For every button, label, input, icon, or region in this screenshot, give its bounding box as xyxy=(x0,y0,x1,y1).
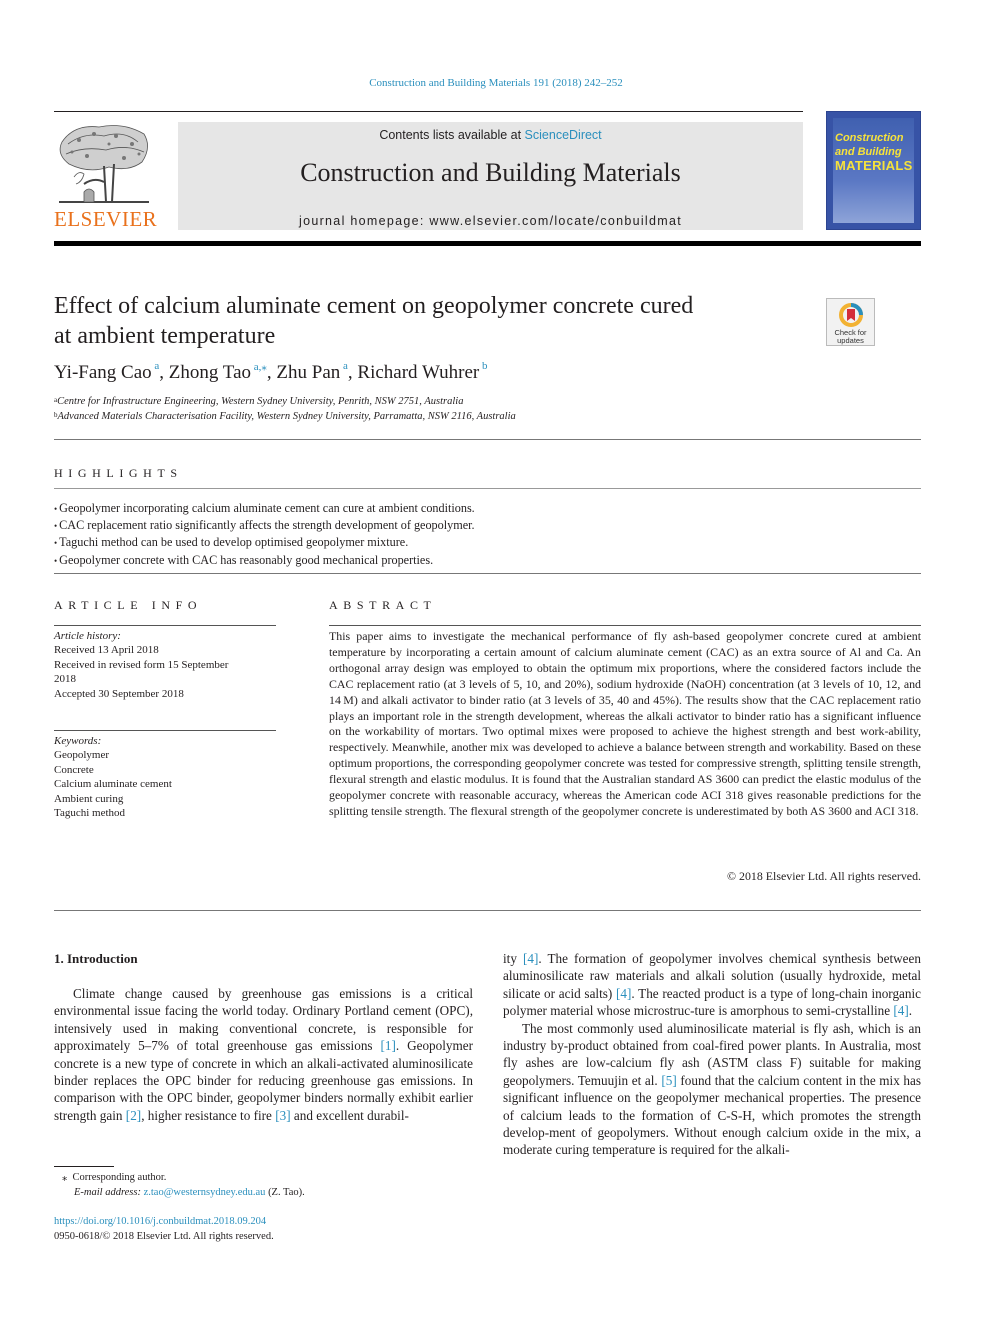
history-label: Article history: xyxy=(54,630,121,642)
affiliation: aCentre for Infrastructure Engineering, … xyxy=(54,396,463,407)
paragraph: Climate change caused by greenhouse gas … xyxy=(54,986,473,1123)
reference-link[interactable]: [2] xyxy=(126,1108,141,1123)
section-heading-introduction: 1. Introduction xyxy=(54,951,138,966)
reference-link[interactable]: [4] xyxy=(616,986,631,1001)
highlights-bottom-divider xyxy=(54,573,921,574)
highlight-item: CAC replacement ratio significantly affe… xyxy=(54,517,475,534)
reference-link[interactable]: [5] xyxy=(661,1073,676,1088)
elsevier-tree-icon xyxy=(59,125,149,203)
author-name[interactable]: Zhong Tao xyxy=(169,362,251,383)
abstract-body: This paper aims to investigate the mecha… xyxy=(329,629,921,818)
cover-title-line-3: MATERIALS xyxy=(835,158,913,173)
footnote-mark: ⁎ xyxy=(62,1172,68,1183)
affiliation-text: Centre for Infrastructure Engineering, W… xyxy=(57,396,464,407)
doi-url[interactable]: https://doi.org/10.1016/j.conbuildmat.20… xyxy=(54,1216,266,1227)
article-title-line-2: at ambient temperature xyxy=(54,323,276,349)
author-email-link[interactable]: z.tao@westernsydney.edu.au xyxy=(144,1187,266,1198)
author-affiliation-mark[interactable]: b xyxy=(479,360,488,372)
issn-line: 0950-0618/© 2018 Elsevier Ltd. All right… xyxy=(54,1231,274,1242)
highlight-item: Geopolymer concrete with CAC has reasona… xyxy=(54,552,475,569)
highlights-rule xyxy=(54,488,921,489)
highlights-heading: HIGHLIGHTS xyxy=(54,466,183,480)
affiliation-text: Advanced Materials Characterisation Faci… xyxy=(57,411,516,422)
reference-link[interactable]: [4] xyxy=(523,951,538,966)
paragraph: ity [4]. The formation of geopolymer inv… xyxy=(503,951,922,1019)
cover-title-line-1: Construction xyxy=(835,132,904,144)
front-matter-divider xyxy=(54,910,921,911)
body-column-right: ity [4]. The formation of geopolymer inv… xyxy=(503,950,921,1159)
contents-prefix: Contents lists available at xyxy=(379,128,525,142)
keyword: Concrete xyxy=(54,763,94,776)
check-for-updates-button[interactable]: Check for updates xyxy=(826,298,875,346)
abstract-rule xyxy=(329,625,921,626)
cover-background: Construction and Building MATERIALS xyxy=(833,118,914,223)
footnote-rule xyxy=(54,1166,114,1167)
elsevier-logo[interactable]: ELSEVIER xyxy=(54,122,158,232)
reference-link[interactable]: [1] xyxy=(380,1038,395,1053)
keyword: Ambient curing xyxy=(54,792,124,805)
contents-availability: Contents lists available at ScienceDirec… xyxy=(178,128,803,142)
highlight-item: Geopolymer incorporating calcium alumina… xyxy=(54,500,475,517)
author-affiliation-mark[interactable]: a xyxy=(152,360,159,372)
author-affiliation-mark[interactable]: a xyxy=(340,360,348,372)
check-updates-icon xyxy=(838,303,863,327)
keyword: Calcium aluminate cement xyxy=(54,778,172,791)
header-bottom-rule xyxy=(54,241,921,246)
article-info-heading: ARTICLE INFO xyxy=(54,598,203,612)
keywords: Keywords: Geopolymer Concrete Calcium al… xyxy=(54,734,276,820)
keyword: Taguchi method xyxy=(54,807,126,820)
corresponding-author-note: ⁎ Corresponding author. xyxy=(62,1171,166,1183)
keywords-rule xyxy=(54,730,276,731)
keywords-label: Keywords: xyxy=(54,735,102,747)
cover-title: Construction and Building xyxy=(835,131,914,159)
journal-masthead: Contents lists available at ScienceDirec… xyxy=(178,122,803,230)
article-title: Effect of calcium aluminate cement on ge… xyxy=(54,291,774,351)
article-title-line-1: Effect of calcium aluminate cement on ge… xyxy=(54,293,694,319)
sciencedirect-link[interactable]: ScienceDirect xyxy=(525,128,602,142)
journal-homepage-link[interactable]: journal homepage: www.elsevier.com/locat… xyxy=(178,214,803,228)
keyword: Geopolymer xyxy=(54,749,109,762)
reference-link[interactable]: [4] xyxy=(893,1003,908,1018)
accepted-date: Accepted 30 September 2018 xyxy=(54,687,184,700)
author-name[interactable]: Zhu Pan xyxy=(276,362,340,383)
revised-date: Received in revised form 15 September xyxy=(54,658,229,671)
abstract-heading: ABSTRACT xyxy=(329,598,437,612)
doi-link[interactable]: https://doi.org/10.1016/j.conbuildmat.20… xyxy=(54,1216,266,1227)
elsevier-wordmark: ELSEVIER xyxy=(54,207,158,231)
affiliation: bAdvanced Materials Characterisation Fac… xyxy=(54,411,516,422)
journal-cover-image[interactable]: Construction and Building MATERIALS xyxy=(826,111,921,230)
footnote-text: Corresponding author. xyxy=(72,1172,167,1183)
author-affiliation-mark[interactable]: a,⁎ xyxy=(251,361,267,373)
email-suffix: (Z. Tao). xyxy=(265,1187,305,1198)
email-label: E-mail address: xyxy=(74,1187,141,1198)
author-name[interactable]: Richard Wuhrer xyxy=(357,362,479,383)
abstract-copyright: © 2018 Elsevier Ltd. All rights reserved… xyxy=(727,869,921,883)
journal-citation-link[interactable]: Construction and Building Materials 191 … xyxy=(0,77,992,89)
author-list: Yi-Fang Cao a, Zhong Tao a,⁎, Zhu Pan a,… xyxy=(54,360,488,383)
check-updates-label-2: updates xyxy=(837,336,864,345)
cover-title-line-2: and Building xyxy=(835,146,902,158)
article-history: Article history: Received 13 April 2018 … xyxy=(54,629,276,701)
article-info-rule xyxy=(54,625,276,626)
author-name[interactable]: Yi-Fang Cao xyxy=(54,362,152,383)
highlight-item: Taguchi method can be used to develop op… xyxy=(54,534,475,551)
affiliations-divider xyxy=(54,439,921,440)
reference-link[interactable]: [3] xyxy=(275,1108,290,1123)
body-column-left: Climate change caused by greenhouse gas … xyxy=(54,985,473,1124)
paragraph: The most commonly used aluminosilicate m… xyxy=(503,1020,922,1158)
header-top-rule xyxy=(54,111,803,112)
received-date: Received 13 April 2018 xyxy=(54,644,159,657)
email-note: E-mail address: z.tao@westernsydney.edu.… xyxy=(74,1187,305,1198)
revised-date-year: 2018 xyxy=(54,673,76,686)
journal-name[interactable]: Construction and Building Materials xyxy=(178,158,803,188)
highlights-list: Geopolymer incorporating calcium alumina… xyxy=(54,500,475,569)
